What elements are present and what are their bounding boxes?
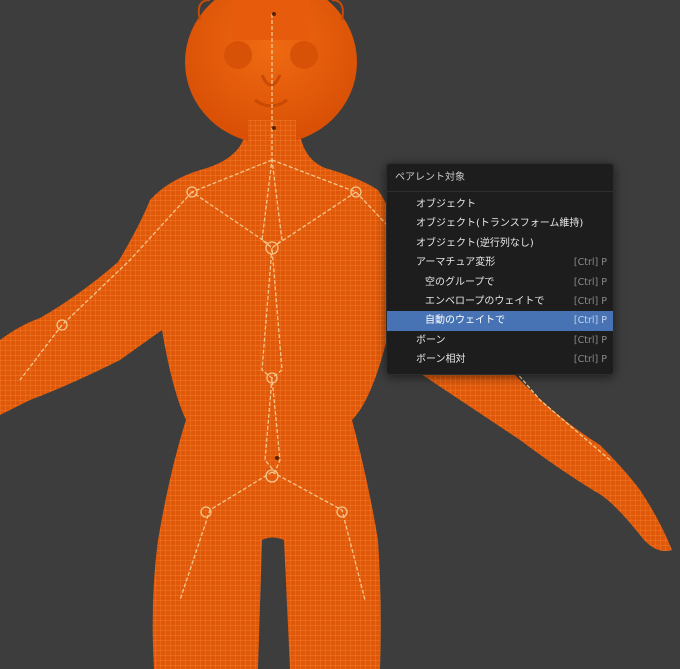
- menu-list: オブジェクトオブジェクト(トランスフォーム維持) オブジェクト(逆行列なし) アーマ…: [387, 192, 613, 370]
- 3d-viewport[interactable]: ペアレント対象 オブジェクトオブジェクト(トランスフォーム維持) オブジェクト(逆…: [0, 0, 680, 669]
- menu-item[interactable]: 自動のウェイトで [Ctrl] P: [387, 311, 613, 331]
- menu-item[interactable]: 空のグループで [Ctrl] P: [387, 273, 613, 292]
- menu-item-label: オブジェクト: [416, 199, 476, 210]
- menu-item[interactable]: オブジェクト(トランスフォーム維持): [387, 214, 613, 233]
- menu-item-shortcut: [Ctrl] P: [573, 257, 607, 269]
- menu-item[interactable]: オブジェクト(逆行列なし): [387, 234, 613, 253]
- menu-item[interactable]: オブジェクト: [387, 195, 613, 214]
- menu-item-shortcut: [Ctrl] P: [573, 276, 607, 288]
- menu-item-label: オブジェクト(逆行列なし): [416, 237, 534, 249]
- menu-item[interactable]: エンベロープのウェイトで [Ctrl] P: [387, 292, 613, 311]
- menu-item-label: オブジェクト(トランスフォーム維持): [416, 218, 584, 230]
- menu-title: ペアレント対象: [387, 164, 613, 192]
- menu-item-label: ボーン: [416, 334, 446, 346]
- menu-item-shortcut: [Ctrl] P: [573, 315, 607, 327]
- menu-item[interactable]: アーマチュア変形 [Ctrl] P: [387, 253, 613, 272]
- menu-item-shortcut: [Ctrl] P: [573, 334, 607, 346]
- menu-item-label: ボーン相対: [416, 354, 466, 366]
- menu-item-shortcut: [Ctrl] P: [573, 354, 607, 366]
- parent-to-menu: ペアレント対象 オブジェクトオブジェクト(トランスフォーム維持) オブジェクト(逆…: [386, 163, 614, 375]
- menu-item-label: 自動のウェイトで: [425, 315, 505, 327]
- menu-item-label: 空のグループで: [425, 276, 495, 288]
- menu-item-shortcut: [Ctrl] P: [573, 295, 607, 307]
- menu-item[interactable]: ボーン相対 [Ctrl] P: [387, 350, 613, 369]
- menu-item[interactable]: ボーン [Ctrl] P: [387, 331, 613, 350]
- menu-item-label: アーマチュア変形: [416, 257, 496, 269]
- menu-item-label: エンベロープのウェイトで: [425, 295, 545, 307]
